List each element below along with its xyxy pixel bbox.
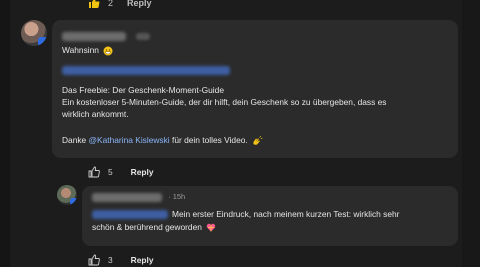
- reply-button[interactable]: Reply: [131, 255, 154, 265]
- reply-line-1: Mein erster Eindruck, nach meinem kurzen…: [92, 208, 399, 220]
- clapping-hands-emoji-icon: [253, 135, 263, 145]
- reply-text-line-1: Mein erster Eindruck, nach meinem kurzen…: [172, 209, 400, 219]
- link-redacted-line: [62, 62, 230, 80]
- comment-header: [62, 28, 448, 42]
- reply-avatar[interactable]: [57, 185, 77, 205]
- grin-emoji-icon: [103, 46, 113, 56]
- avatar[interactable]: [21, 20, 47, 46]
- heart-gift-emoji-icon: [206, 223, 216, 232]
- thanks-suffix: für dein tolles Video.: [172, 135, 248, 145]
- reply-line-2: schön & berührend geworden: [92, 221, 216, 233]
- reply-mention-redacted[interactable]: [92, 210, 168, 220]
- reply-timestamp: 15h: [172, 192, 186, 201]
- left-panel-edge: [0, 0, 10, 267]
- right-panel-edge: [462, 0, 480, 267]
- thanks-prefix: Danke: [62, 135, 87, 145]
- like-count: 2: [108, 0, 114, 8]
- comment-greeting: Wahnsinn: [62, 45, 99, 55]
- previous-comment-actions: 2 Reply: [88, 0, 152, 10]
- mention-link[interactable]: @Katharina Kislewski: [89, 135, 170, 145]
- comment-body-line-1: Ein kostenloser 5-Minuten-Guide, der dir…: [62, 97, 387, 107]
- comment-actions: 5 Reply: [88, 166, 153, 178]
- like-count: 5: [108, 167, 113, 177]
- thumbs-up-icon[interactable]: [88, 0, 100, 9]
- comment-bubble: Wahnsinn Das Freebie: Der Geschenk-Momen…: [52, 20, 458, 158]
- reply-actions: 3 Reply: [88, 254, 153, 266]
- comment-body-line-2: wirklich ankommt.: [62, 109, 129, 119]
- comment-greeting-line: Wahnsinn: [62, 44, 113, 56]
- freebie-title: Das Freebie: Der Geschenk-Moment-Guide: [62, 85, 224, 95]
- timestamp-redacted: [136, 33, 151, 41]
- verified-badge-icon: [70, 198, 77, 205]
- reply-header: · 15h: [92, 192, 448, 204]
- verified-badge-icon: [38, 37, 47, 46]
- link-redacted[interactable]: [62, 66, 230, 76]
- thanks-line: Danke @Katharina Kislewski für dein toll…: [62, 134, 263, 146]
- reply-button[interactable]: Reply: [127, 0, 152, 8]
- reply-text-line-2: schön & berührend geworden: [92, 222, 202, 232]
- thumbs-up-icon[interactable]: [88, 254, 100, 266]
- author-name-redacted[interactable]: [62, 32, 126, 42]
- reply-button[interactable]: Reply: [131, 167, 154, 177]
- reply-bubble: · 15h Mein erster Eindruck, nach meinem …: [82, 186, 458, 246]
- reply-author-redacted[interactable]: [92, 192, 162, 202]
- thumbs-up-icon[interactable]: [88, 166, 100, 178]
- like-count: 3: [108, 255, 113, 265]
